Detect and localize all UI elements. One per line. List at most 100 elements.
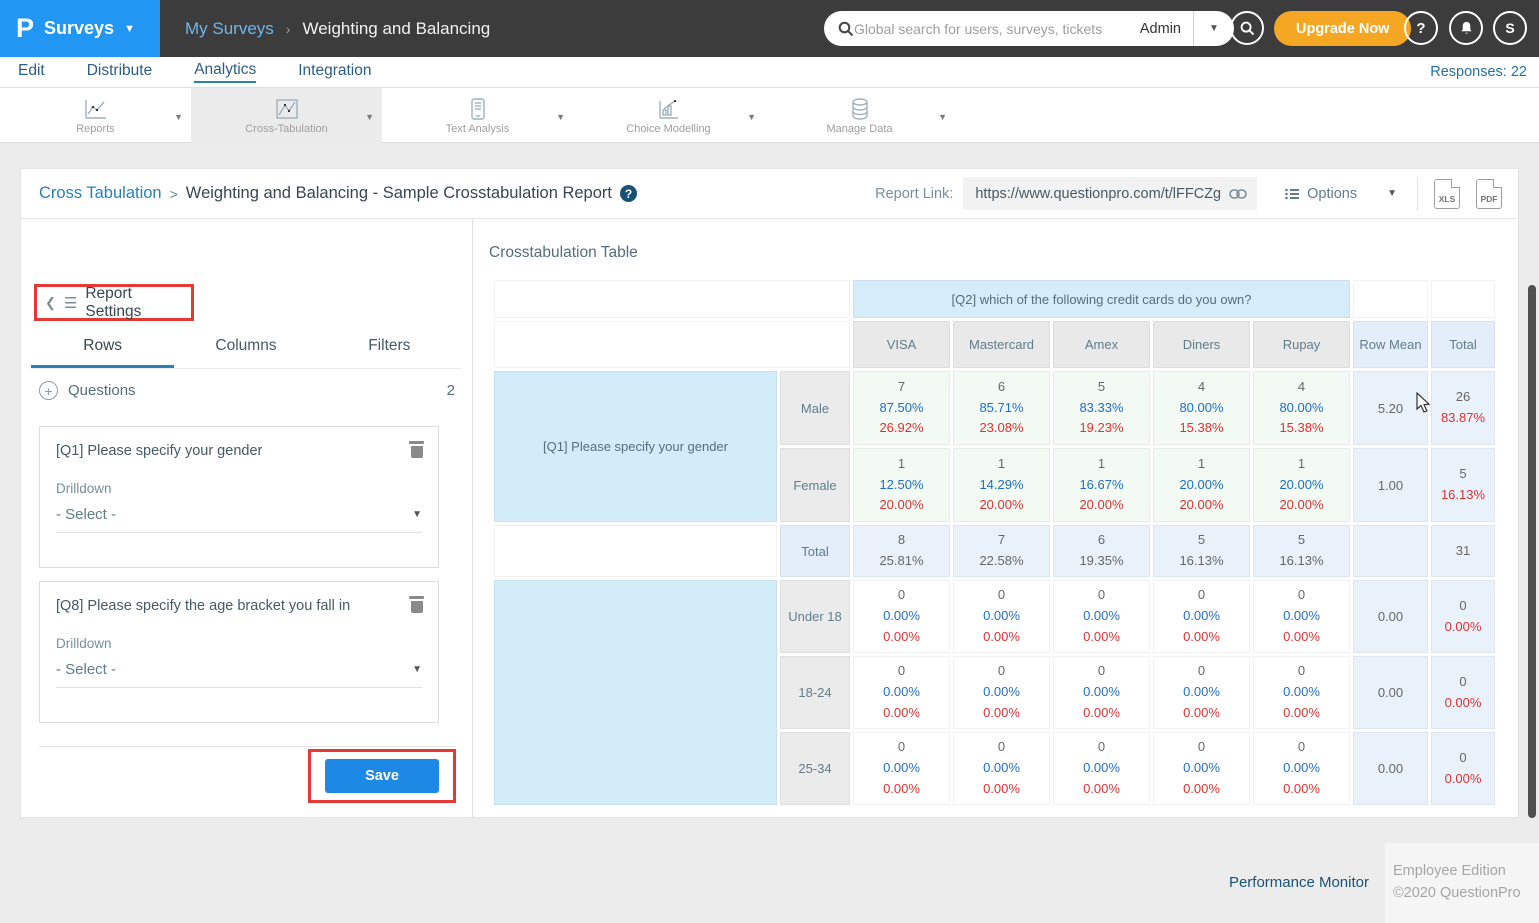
search-icon [838,21,854,37]
divider [39,746,455,747]
help-button[interactable]: ? [1404,11,1438,45]
notifications-button[interactable] [1449,11,1483,45]
row-group-label [494,580,777,805]
questions-count: 2 [447,382,455,399]
row-label: Total [780,525,850,577]
breadcrumb-my-surveys[interactable]: My Surveys [185,19,274,39]
delete-question-button[interactable] [409,443,424,460]
table-cell: 00.00%0.00% [953,656,1050,729]
search-input[interactable] [854,21,1128,37]
link-icon [1229,188,1247,200]
tool-text-analysis[interactable]: Text Analysis ▼ [382,88,573,143]
chevron-down-icon[interactable]: ▼ [747,112,756,122]
report-settings-toggle[interactable]: ❮ ☰ Report Settings [37,285,191,321]
table-cell: 516.13% [1253,525,1350,577]
search-submit-button[interactable] [1230,11,1264,45]
row-mean-cell: 0.00 [1353,656,1428,729]
upgrade-now-button[interactable]: Upgrade Now [1274,11,1411,46]
table-cell [1353,280,1428,318]
tab-rows[interactable]: Rows [31,337,174,368]
report-link-url[interactable]: https://www.questionpro.com/t/lFFCZg [975,186,1221,202]
help-icon[interactable]: ? [620,185,637,202]
performance-monitor-link[interactable]: Performance Monitor [1229,874,1369,891]
page-footer: Performance Monitor Employee Edition ©20… [0,818,1539,923]
tool-label: Manage Data [826,123,892,135]
row-mean-header: Row Mean [1353,321,1428,368]
product-label: Surveys [44,18,114,39]
row-total-cell: 00.00% [1431,580,1495,653]
delete-question-button[interactable] [409,598,424,615]
step-chart-icon [656,97,682,121]
table-cell: 00.00%0.00% [1253,656,1350,729]
cross-tabulation-link[interactable]: Cross Tabulation [39,184,162,203]
table-cell: 00.00%0.00% [1253,580,1350,653]
tab-columns[interactable]: Columns [174,337,317,368]
questions-label: Questions [68,382,136,399]
table-cell: 120.00%20.00% [1253,448,1350,522]
table-cell: 619.35% [1053,525,1150,577]
drilldown-select[interactable]: - Select - ▼ [56,661,422,688]
nav-integration[interactable]: Integration [298,62,371,82]
search-scope-dropdown[interactable]: ▼ [1194,23,1234,34]
column-header: Diners [1153,321,1250,368]
drilldown-select-value: - Select - [56,661,116,678]
tool-choice-modelling[interactable]: Choice Modelling ▼ [573,88,764,143]
user-avatar[interactable]: S [1493,11,1527,45]
report-settings-label: Report Settings [85,285,191,321]
save-button[interactable]: Save [325,759,439,793]
responses-count[interactable]: Responses: 22 [1430,64,1527,80]
table-cell: 480.00%15.38% [1153,371,1250,445]
options-menu[interactable]: Options ▼ [1285,186,1397,202]
add-question-button[interactable]: + [39,381,58,400]
report-card: Cross Tabulation > Weighting and Balanci… [20,168,1519,818]
tool-manage-data[interactable]: Manage Data ▼ [764,88,955,143]
table-cell: 120.00%20.00% [1153,448,1250,522]
search-icon [1240,21,1255,36]
surveys-menu[interactable]: P Surveys ▼ [0,0,160,57]
settings-tabs: Rows Columns Filters [31,337,461,369]
tab-filters[interactable]: Filters [318,337,461,368]
table-cell [1431,280,1495,318]
table-cell [494,280,850,318]
drilldown-select[interactable]: - Select - ▼ [56,506,422,533]
breadcrumb-current: Weighting and Balancing [302,19,490,39]
chevron-down-icon[interactable]: ▼ [365,112,374,122]
tool-cross-tabulation[interactable]: Cross-Tabulation ▼ [191,88,382,143]
question-card-q8: [Q8] Please specify the age bracket you … [39,581,439,723]
drilldown-label: Drilldown [56,636,422,651]
tool-reports[interactable]: Reports ▼ [0,88,191,143]
questions-row: + Questions 2 [39,381,455,400]
breadcrumb: My Surveys › Weighting and Balancing [185,0,490,57]
row-group-label: [Q1] Please specify your gender [494,371,777,522]
chevron-down-icon[interactable]: ▼ [938,112,947,122]
nav-analytics[interactable]: Analytics [194,61,256,83]
table-cell: 00.00%0.00% [1253,732,1350,805]
vertical-scrollbar[interactable] [1528,285,1536,818]
column-header: Mastercard [953,321,1050,368]
table-cell: 00.00%0.00% [953,732,1050,805]
table-header-row: [Q2] which of the following credit cards… [494,280,1495,318]
export-xls-button[interactable]: XLS [1434,179,1460,209]
global-search: Admin ▼ [824,11,1234,46]
report-header: Cross Tabulation > Weighting and Balanci… [21,169,1518,219]
column-header: Rupay [1253,321,1350,368]
export-pdf-button[interactable]: PDF [1476,179,1502,209]
list-icon [1285,188,1299,200]
copyright-line: ©2020 QuestionPro [1393,883,1529,905]
top-bar: P Surveys ▼ My Surveys › Weighting and B… [0,0,1539,57]
table-cell: 722.58% [953,525,1050,577]
chevron-down-icon[interactable]: ▼ [556,112,565,122]
table-header-row: VISAMastercardAmexDinersRupayRow MeanTot… [494,321,1495,368]
table-cell: 00.00%0.00% [1053,580,1150,653]
crosstab-table-wrap: [Q2] which of the following credit cards… [491,277,1506,809]
chevron-down-icon[interactable]: ▼ [174,112,183,122]
table-cell: 116.67%20.00% [1053,448,1150,522]
report-link-box[interactable]: https://www.questionpro.com/t/lFFCZg [963,177,1257,210]
table-total-row: Total825.81%722.58%619.35%516.13%516.13%… [494,525,1495,577]
search-scope-label: Admin [1128,21,1193,37]
nav-edit[interactable]: Edit [18,62,45,82]
nav-distribute[interactable]: Distribute [87,62,152,82]
divider [1417,177,1418,211]
table-cell [494,321,850,368]
tool-label: Choice Modelling [626,123,710,135]
